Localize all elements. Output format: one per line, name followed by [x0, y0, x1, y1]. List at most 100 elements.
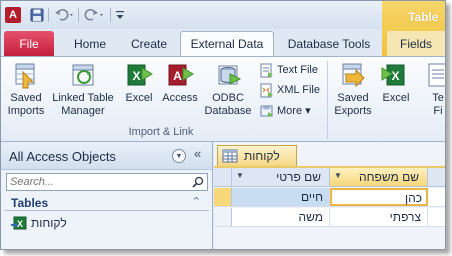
table-icon [222, 149, 238, 163]
more-label: More ▾ [277, 104, 311, 117]
excel-label: Excel [125, 92, 153, 104]
text-file-icon [259, 63, 274, 78]
toolbar-divider [48, 8, 49, 22]
linked-excel-table-icon: X [11, 215, 27, 231]
import-text-file-button[interactable]: Text File [259, 61, 318, 79]
redo-icon[interactable] [83, 7, 107, 23]
xml-file-icon [259, 83, 274, 98]
import-xml-file-button[interactable]: XML File [259, 81, 320, 99]
export-text-file-button[interactable]: Te Fi [421, 60, 445, 118]
svg-text:X: X [391, 69, 399, 83]
nav-group-tables[interactable]: Tables ⌃ [5, 195, 209, 211]
table-row: משה צרפתי [214, 208, 445, 227]
save-icon[interactable] [29, 7, 45, 23]
export-text-label-2: Fi [433, 105, 443, 117]
context-tab-label: Table [408, 10, 439, 24]
import-excel-button[interactable]: X Excel [122, 60, 156, 105]
row-selector[interactable] [214, 188, 232, 206]
tab-home[interactable]: Home [65, 31, 115, 56]
table-row: חיים כהן [214, 188, 445, 207]
column-header-label: שם משפחה [359, 170, 419, 184]
document-tab-label: לקוחות [244, 149, 280, 163]
select-all-corner[interactable] [214, 168, 232, 186]
import-link-group-label: Import & Link [128, 126, 194, 138]
svg-text:X: X [132, 69, 140, 83]
tab-file[interactable]: File [4, 31, 54, 56]
excel-export-icon: X [381, 60, 411, 90]
chevron-up-icon[interactable]: ⌃ [192, 195, 201, 208]
document-area: לקוחות ▼ שם פרטי ▼ שם משפחה חיים כהן משה… [214, 142, 445, 249]
nav-item-table[interactable]: X לקוחות [11, 214, 67, 232]
quick-access-toolbar: A [1, 1, 445, 29]
column-header-label: שם פרטי [276, 170, 321, 184]
search-icon[interactable] [192, 176, 204, 188]
odbc-database-icon [213, 60, 243, 90]
toolbar-divider [110, 8, 111, 22]
cell-value: צרפתי [389, 210, 421, 224]
navigation-pane: All Access Objects ▼ « Tables ⌃ X [1, 142, 213, 249]
nav-pane-header[interactable]: All Access Objects ▼ « [1, 142, 212, 170]
collapse-pane-icon[interactable]: « [194, 146, 201, 161]
linked-table-label-1: Linked Table [52, 92, 114, 104]
xml-file-label: XML File [277, 84, 320, 96]
text-file-label: Text File [277, 64, 318, 76]
odbc-database-button[interactable]: ODBC Database [203, 60, 253, 118]
saved-exports-icon [338, 60, 368, 90]
import-access-button[interactable]: A Access [162, 60, 198, 105]
column-header-first-name[interactable]: ▼ שם פרטי [232, 168, 330, 186]
nav-pane-title: All Access Objects [9, 149, 116, 164]
cell-last-name-active[interactable]: כהן [330, 188, 428, 206]
toolbar-divider [78, 8, 79, 22]
export-text-label-1: Te [432, 92, 444, 104]
cell-edit-value[interactable]: כהן [405, 191, 422, 205]
document-tab[interactable]: לקוחות [217, 145, 297, 166]
chevron-down-icon[interactable]: ▼ [334, 171, 342, 180]
linked-table-manager-icon [68, 60, 98, 90]
saved-exports-button[interactable]: Saved Exports [333, 60, 373, 118]
undo-icon[interactable] [53, 7, 77, 23]
ribbon-group-divider [327, 61, 328, 139]
excel-export-label: Excel [382, 92, 410, 104]
column-header-last-name[interactable]: ▼ שם משפחה [330, 168, 428, 186]
nav-group-label: Tables [11, 196, 49, 210]
ribbon-panel: Saved Imports Linked Table Manager X Exc… [1, 56, 445, 142]
access-app-icon[interactable]: A [5, 7, 21, 23]
saved-imports-icon [11, 60, 41, 90]
tab-create[interactable]: Create [123, 31, 175, 56]
saved-imports-label-1: Saved [10, 92, 42, 104]
row-selector[interactable] [214, 208, 232, 226]
odbc-label-2: Database [204, 105, 252, 117]
more-icon [259, 103, 274, 118]
linked-table-manager-button[interactable]: Linked Table Manager [49, 60, 117, 118]
excel-icon: X [124, 60, 154, 90]
tab-fields[interactable]: Fields [387, 31, 445, 56]
access-label: Access [162, 92, 198, 104]
tab-external-data[interactable]: External Data [180, 31, 274, 56]
more-import-options-button[interactable]: More ▾ [259, 101, 311, 119]
odbc-label-1: ODBC [212, 92, 244, 104]
cell-first-name[interactable]: חיים [232, 188, 330, 206]
saved-exports-label-1: Saved [337, 92, 369, 104]
nav-search-box[interactable] [6, 173, 208, 191]
saved-exports-label-2: Exports [334, 105, 372, 117]
chevron-down-icon[interactable]: ▼ [236, 171, 244, 180]
customize-toolbar-icon[interactable] [114, 7, 126, 23]
ribbon-tabs: File Home Create External Data Database … [1, 31, 445, 56]
export-excel-button[interactable]: X Excel [379, 60, 413, 105]
access-icon: A [165, 60, 195, 90]
cell-value: משה [298, 210, 324, 224]
linked-table-label-2: Manager [61, 105, 105, 117]
saved-imports-button[interactable]: Saved Imports [6, 60, 46, 118]
tab-database-tools[interactable]: Database Tools [280, 31, 378, 56]
chevron-down-icon[interactable]: ▼ [172, 149, 186, 163]
cell-last-name[interactable]: צרפתי [330, 208, 428, 226]
saved-imports-label-2: Imports [7, 105, 45, 117]
export-text-file-icon [423, 60, 445, 90]
access-window: A Table File Home Create External Data D… [0, 0, 446, 250]
search-input[interactable] [7, 174, 187, 190]
svg-text:X: X [17, 219, 23, 229]
column-header-row: ▼ שם פרטי ▼ שם משפחה [214, 168, 445, 187]
cell-value: חיים [300, 190, 323, 204]
cell-first-name[interactable]: משה [232, 208, 330, 226]
svg-text:A: A [173, 69, 182, 83]
